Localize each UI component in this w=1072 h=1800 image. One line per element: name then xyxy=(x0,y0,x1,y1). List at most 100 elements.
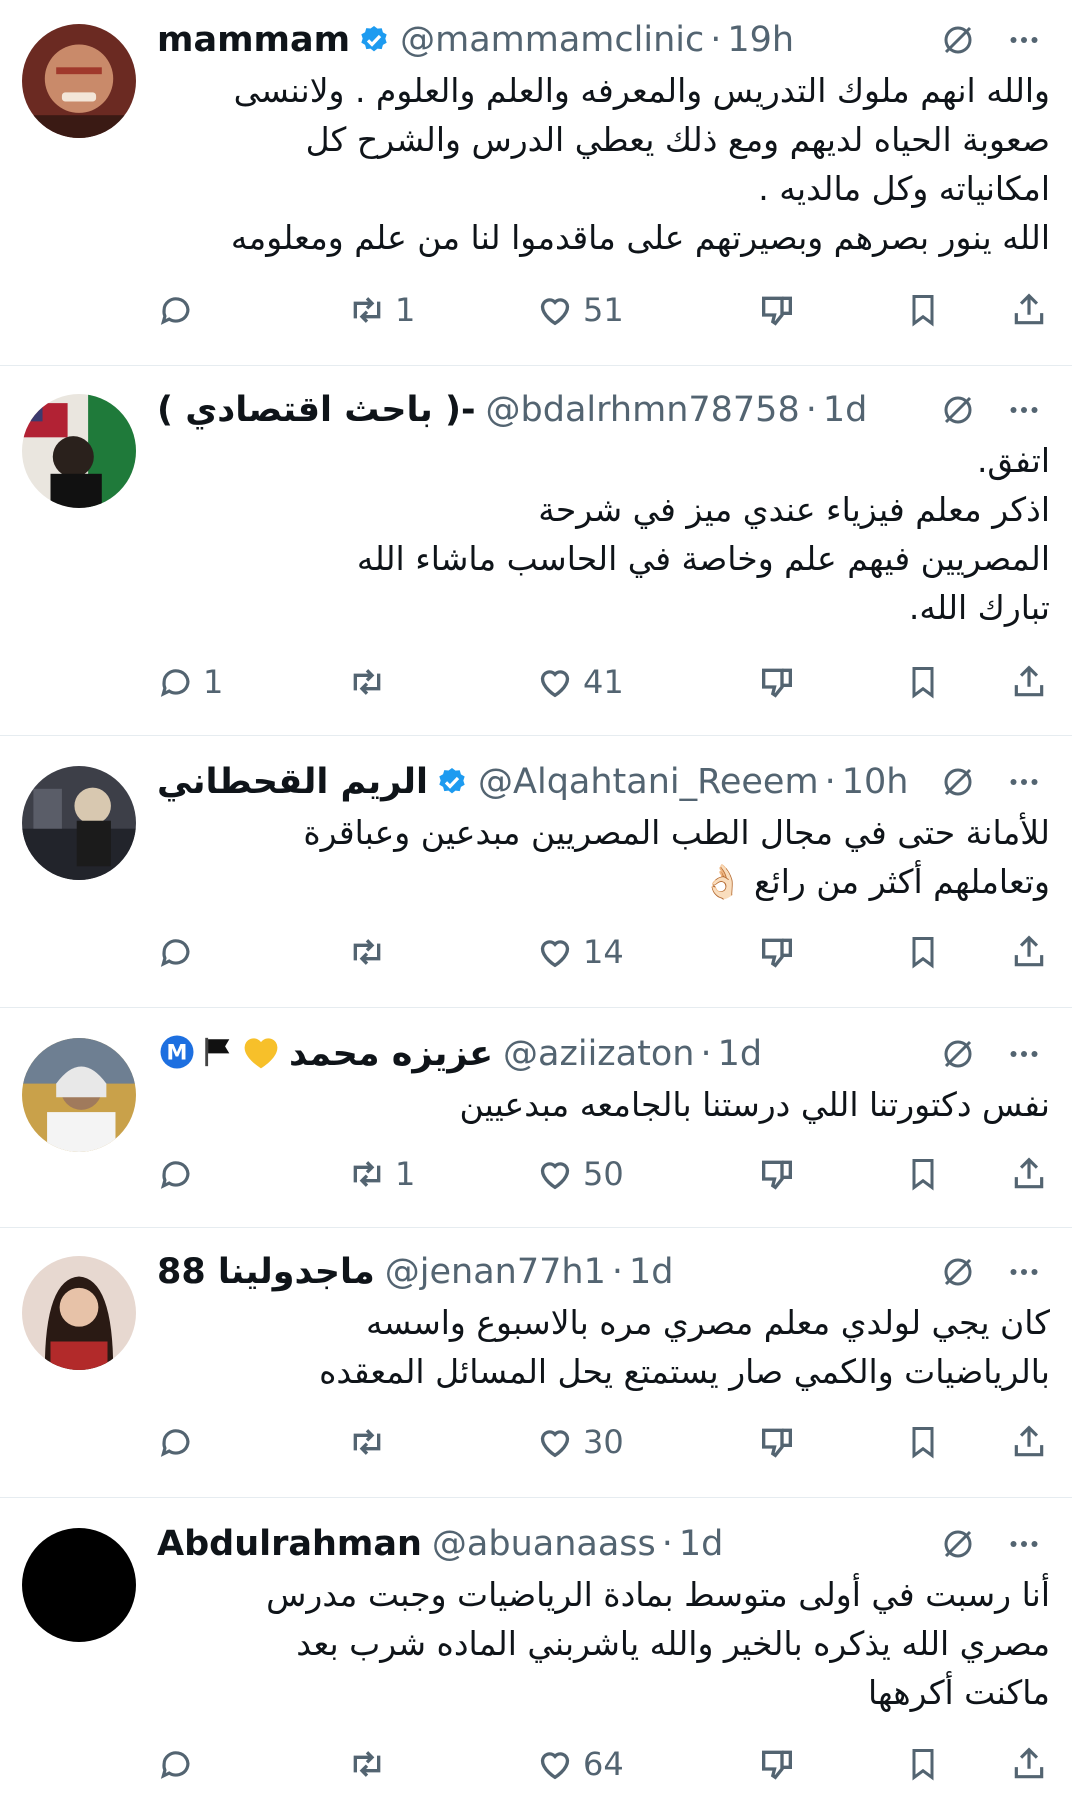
reply-button[interactable] xyxy=(157,930,203,974)
reply-icon xyxy=(157,1423,195,1461)
share-button[interactable] xyxy=(1010,930,1048,974)
retweet-button[interactable] xyxy=(347,1742,395,1786)
display-name[interactable]: عزيزه محمد xyxy=(289,1034,493,1074)
tweet-line: امكانياته وكل مالديه . xyxy=(758,169,1050,208)
display-name[interactable]: ( باحث اقتصادي )- xyxy=(157,390,476,430)
avatar[interactable] xyxy=(22,766,136,880)
heart-icon xyxy=(535,1422,575,1462)
tweet-line: وتعاملهم أكثر من رائع 👌🏻 xyxy=(702,862,1050,901)
reply-button[interactable] xyxy=(157,288,203,332)
like-count: 64 xyxy=(583,1745,624,1783)
like-button[interactable]: 50 xyxy=(535,1152,624,1196)
timestamp[interactable]: 1d xyxy=(679,1524,724,1564)
tweet[interactable]: الريم القحطاني @Alqahtani_Reeem · 10h لل… xyxy=(0,736,1072,1008)
dislike-icon xyxy=(757,1154,797,1194)
avatar[interactable] xyxy=(22,1038,136,1152)
retweet-button[interactable] xyxy=(347,930,395,974)
like-button[interactable]: 51 xyxy=(535,288,624,332)
bookmark-button[interactable] xyxy=(905,930,941,974)
bookmark-button[interactable] xyxy=(905,660,941,704)
more-options-icon[interactable] xyxy=(1006,1254,1042,1290)
retweet-button[interactable]: 1 xyxy=(347,1152,415,1196)
reply-button[interactable]: 1 xyxy=(157,660,223,704)
share-button[interactable] xyxy=(1010,660,1048,704)
user-handle[interactable]: @bdalrhmn78758 xyxy=(486,390,800,430)
tweet[interactable]: Abdulrahman @abuanaass · 1d أنا رسبت في … xyxy=(0,1498,1072,1800)
timestamp[interactable]: 10h xyxy=(842,762,909,802)
verified-badge-icon xyxy=(436,766,468,798)
share-button[interactable] xyxy=(1010,288,1048,332)
like-button[interactable]: 64 xyxy=(535,1742,624,1786)
grok-icon[interactable] xyxy=(940,392,976,428)
tweet-line: أنا رسبت في أولى متوسط بمادة الرياضيات و… xyxy=(266,1575,1050,1614)
tweet-line: تبارك الله. xyxy=(908,588,1050,627)
bookmark-button[interactable] xyxy=(905,1420,941,1464)
tweet-line: ماكنت أكرهها xyxy=(867,1673,1050,1712)
timestamp[interactable]: 1d xyxy=(629,1252,674,1292)
display-name[interactable]: ماجدولينا 88 xyxy=(157,1252,375,1292)
bookmark-button[interactable] xyxy=(905,288,941,332)
tweet-text: والله انهم ملوك التدريس والمعرفه والعلم … xyxy=(157,66,1050,262)
tweet[interactable]: ماجدولينا 88 @jenan77h1 · 1d كان يجي لول… xyxy=(0,1228,1072,1498)
like-button[interactable]: 14 xyxy=(535,930,624,974)
verified-badge-icon xyxy=(358,24,390,56)
tweet[interactable]: ( باحث اقتصادي )- @bdalrhmn78758 · 1d ات… xyxy=(0,366,1072,736)
reply-button[interactable] xyxy=(157,1152,203,1196)
retweet-button[interactable] xyxy=(347,660,395,704)
more-options-icon[interactable] xyxy=(1006,764,1042,800)
bookmark-button[interactable] xyxy=(905,1152,941,1196)
retweet-button[interactable] xyxy=(347,1420,395,1464)
user-handle[interactable]: @Alqahtani_Reeem xyxy=(478,762,819,802)
retweet-icon xyxy=(347,662,387,702)
bookmark-button[interactable] xyxy=(905,1742,941,1786)
avatar[interactable] xyxy=(22,24,136,138)
avatar[interactable] xyxy=(22,1256,136,1370)
grok-icon[interactable] xyxy=(940,1036,976,1072)
avatar[interactable] xyxy=(22,394,136,508)
grok-icon[interactable] xyxy=(940,22,976,58)
like-button[interactable]: 30 xyxy=(535,1420,624,1464)
dislike-button[interactable] xyxy=(757,288,797,332)
retweet-count: 1 xyxy=(395,1155,416,1193)
dislike-button[interactable] xyxy=(757,1152,797,1196)
tweet-actions: 1 51 xyxy=(157,288,1050,332)
grok-icon[interactable] xyxy=(940,764,976,800)
tweet-text: كان يجي لولدي معلم مصري مره بالاسبوع واس… xyxy=(157,1298,1050,1396)
user-handle[interactable]: @abuanaass xyxy=(432,1524,656,1564)
share-button[interactable] xyxy=(1010,1152,1048,1196)
dislike-button[interactable] xyxy=(757,1420,797,1464)
more-options-icon[interactable] xyxy=(1006,392,1042,428)
reply-button[interactable] xyxy=(157,1420,203,1464)
user-handle[interactable]: @mammamclinic xyxy=(400,20,704,60)
tweet[interactable]: mammam @mammamclinic · 19h والله انهم مل… xyxy=(0,0,1072,366)
timestamp[interactable]: 1d xyxy=(823,390,868,430)
timestamp[interactable]: 19h xyxy=(727,20,794,60)
separator: · xyxy=(661,1524,673,1564)
tweet-line: مصري الله يذكره بالخير والله ياشربني الم… xyxy=(296,1624,1050,1663)
dislike-button[interactable] xyxy=(757,660,797,704)
more-options-icon[interactable] xyxy=(1006,22,1042,58)
grok-icon[interactable] xyxy=(940,1254,976,1290)
share-button[interactable] xyxy=(1010,1420,1048,1464)
dislike-icon xyxy=(757,1744,797,1784)
tweet[interactable]: M عزيزه محمد @aziizaton · 1d نفس دكتورتن… xyxy=(0,1008,1072,1228)
user-handle[interactable]: @jenan77h1 xyxy=(385,1252,606,1292)
more-options-icon[interactable] xyxy=(1006,1036,1042,1072)
timestamp[interactable]: 1d xyxy=(718,1034,763,1074)
reply-icon xyxy=(157,663,195,701)
reply-button[interactable] xyxy=(157,1742,203,1786)
display-name[interactable]: الريم القحطاني xyxy=(157,762,428,802)
dislike-button[interactable] xyxy=(757,1742,797,1786)
tweet-line: الله ينور بصرهم وبصيرتهم على ماقدموا لنا… xyxy=(230,218,1050,257)
dislike-button[interactable] xyxy=(757,930,797,974)
retweet-button[interactable]: 1 xyxy=(347,288,415,332)
more-options-icon[interactable] xyxy=(1006,1526,1042,1562)
dislike-icon xyxy=(757,1422,797,1462)
avatar[interactable] xyxy=(22,1528,136,1642)
display-name[interactable]: mammam xyxy=(157,20,350,60)
grok-icon[interactable] xyxy=(940,1526,976,1562)
share-button[interactable] xyxy=(1010,1742,1048,1786)
like-button[interactable]: 41 xyxy=(535,660,624,704)
display-name[interactable]: Abdulrahman xyxy=(157,1524,422,1564)
user-handle[interactable]: @aziizaton xyxy=(503,1034,694,1074)
